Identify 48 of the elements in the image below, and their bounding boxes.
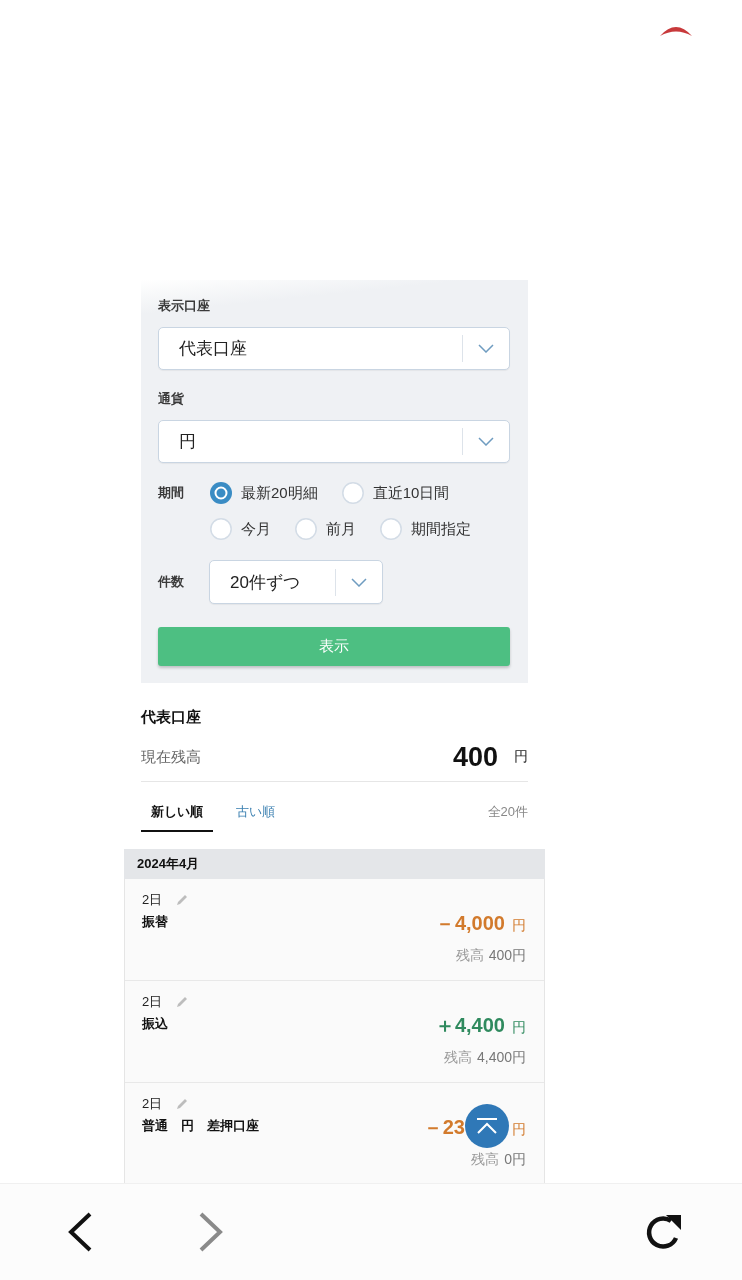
scroll-top-icon — [475, 1117, 499, 1135]
balance-label: 残高 — [471, 1150, 500, 1168]
balance-label: 残高 — [443, 1048, 472, 1066]
transaction-date: 2日 — [142, 891, 163, 909]
balance-value: 400円 — [488, 946, 526, 964]
sort-tab[interactable]: 古い順 — [226, 795, 285, 832]
pencil-icon[interactable] — [175, 1097, 190, 1111]
chevron-down-icon — [478, 344, 494, 353]
scroll-to-top-button[interactable] — [465, 1104, 509, 1148]
period-label: 期間 — [158, 484, 185, 502]
transaction-amount: －23 — [422, 1115, 465, 1139]
period-option[interactable]: 期間指定 — [380, 518, 471, 540]
balance-label: 残高 — [455, 946, 484, 964]
pencil-icon[interactable] — [175, 995, 190, 1009]
transaction-amount: －4,000 — [434, 911, 505, 935]
total-count: 全20件 — [487, 803, 528, 820]
balance-value: 0円 — [504, 1150, 526, 1168]
currency-select[interactable]: 円 — [158, 420, 510, 463]
account-label: 表示口座 — [158, 297, 211, 315]
balance-value: 4,400円 — [476, 1048, 526, 1066]
balance-label: 現在残高 — [141, 747, 201, 767]
currency-unit: 円 — [512, 1018, 526, 1036]
transaction-description: 振替 — [142, 913, 169, 931]
reload-button[interactable] — [644, 1213, 684, 1251]
sort-tab[interactable]: 新しい順 — [141, 795, 213, 832]
back-button[interactable] — [67, 1212, 93, 1252]
chevron-down-icon — [478, 437, 494, 446]
period-option[interactable]: 前月 — [295, 518, 356, 540]
transaction-amount: ＋4,400 — [434, 1013, 505, 1037]
currency-unit: 円 — [514, 748, 528, 766]
currency-label: 通貨 — [158, 390, 185, 408]
chevron-down-icon — [351, 577, 367, 587]
account-name: 代表口座 — [141, 707, 202, 727]
transaction-date: 2日 — [142, 1095, 163, 1113]
period-option[interactable]: 最新20明細 — [210, 482, 318, 504]
count-select[interactable]: 20件ずつ — [209, 560, 383, 604]
account-select[interactable]: 代表口座 — [158, 327, 510, 370]
month-header: 2024年4月 — [124, 849, 545, 879]
transaction-description: 普通 円 差押口座 — [142, 1117, 259, 1135]
count-label: 件数 — [158, 573, 185, 591]
period-option[interactable]: 直近10日間 — [341, 482, 450, 504]
transaction-description: 振込 — [142, 1015, 169, 1033]
pencil-icon[interactable] — [175, 893, 190, 907]
currency-unit: 円 — [512, 1120, 526, 1138]
transaction-date: 2日 — [142, 993, 163, 1011]
currency-unit: 円 — [512, 916, 526, 934]
period-option[interactable]: 今月 — [210, 518, 271, 540]
balance-amount: 400 — [452, 741, 498, 773]
